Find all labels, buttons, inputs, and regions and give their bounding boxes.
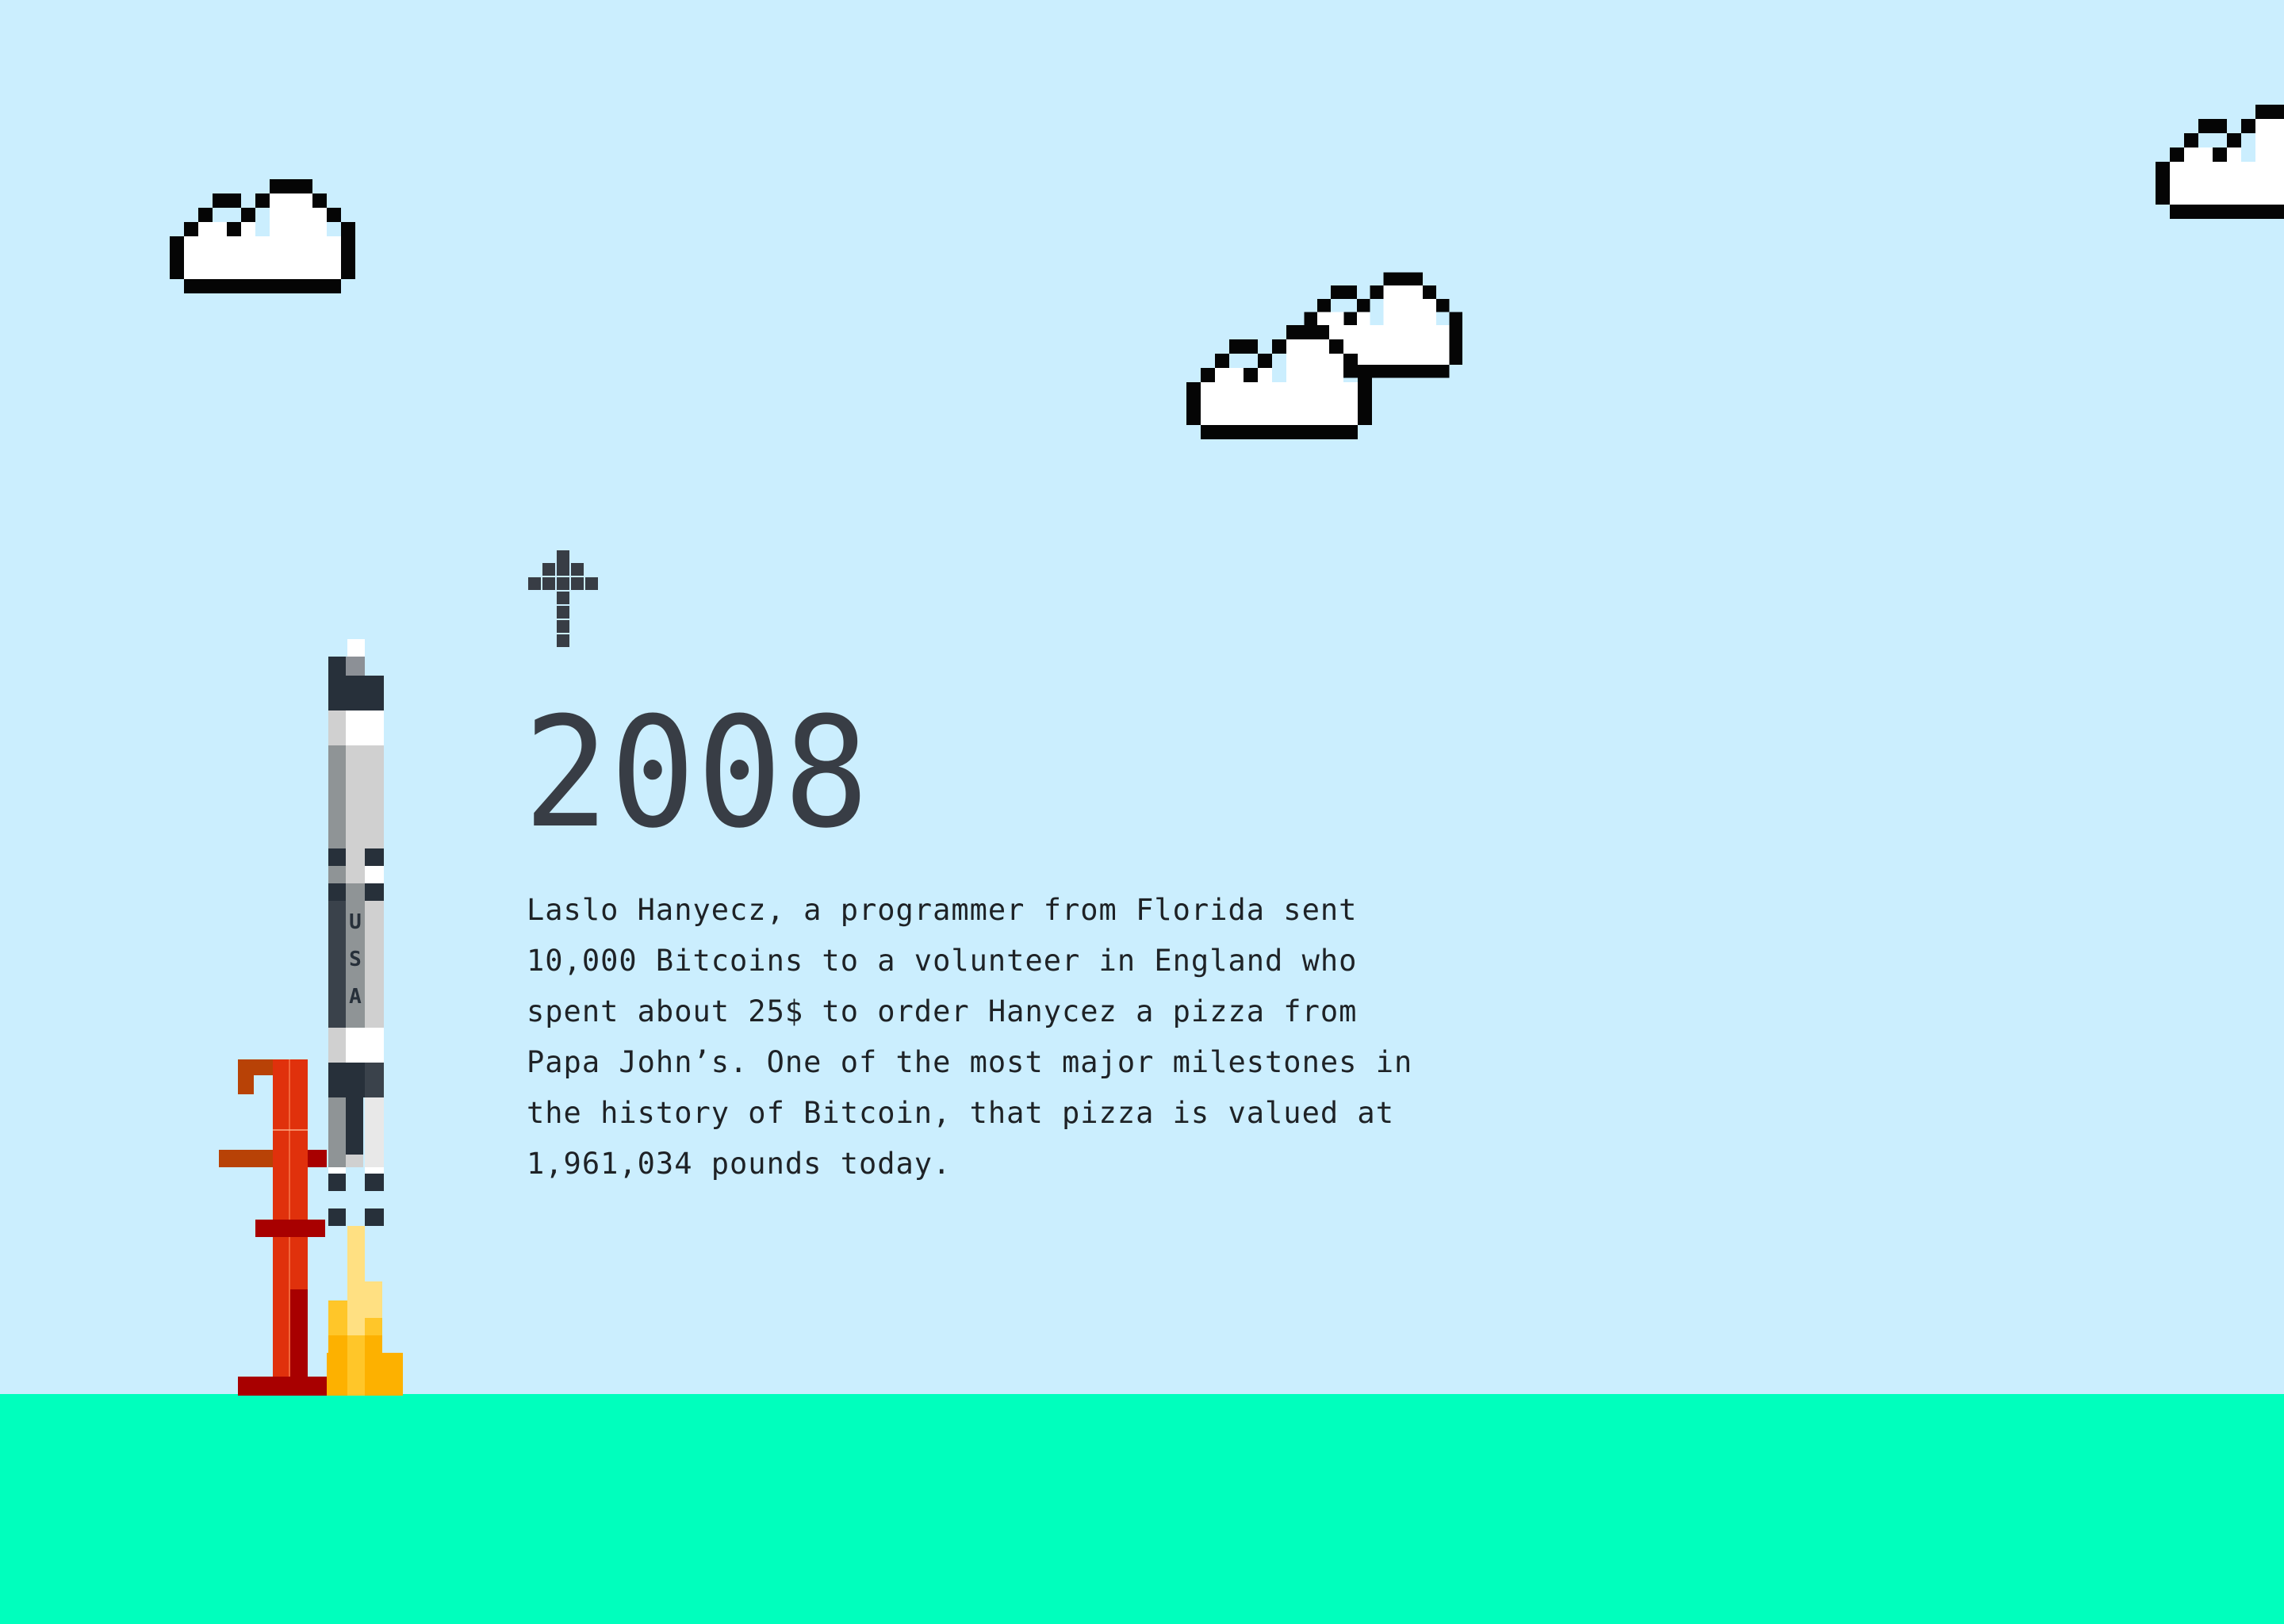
milestone-year: 2008: [523, 685, 871, 862]
svg-text:U: U: [349, 910, 362, 934]
rocket-icon: U S A: [327, 639, 403, 1396]
svg-text:A: A: [349, 985, 362, 1009]
milestone-description: Laslo Hanyecz, a programmer from Florida…: [527, 893, 1413, 1181]
cloud-front-center: [1186, 325, 1372, 439]
svg-text:S: S: [349, 948, 362, 971]
ground: [0, 1394, 2284, 1624]
cloud-top-left: [170, 179, 355, 293]
up-arrow-icon[interactable]: [527, 547, 601, 658]
cloud-top-right: [2156, 105, 2284, 219]
